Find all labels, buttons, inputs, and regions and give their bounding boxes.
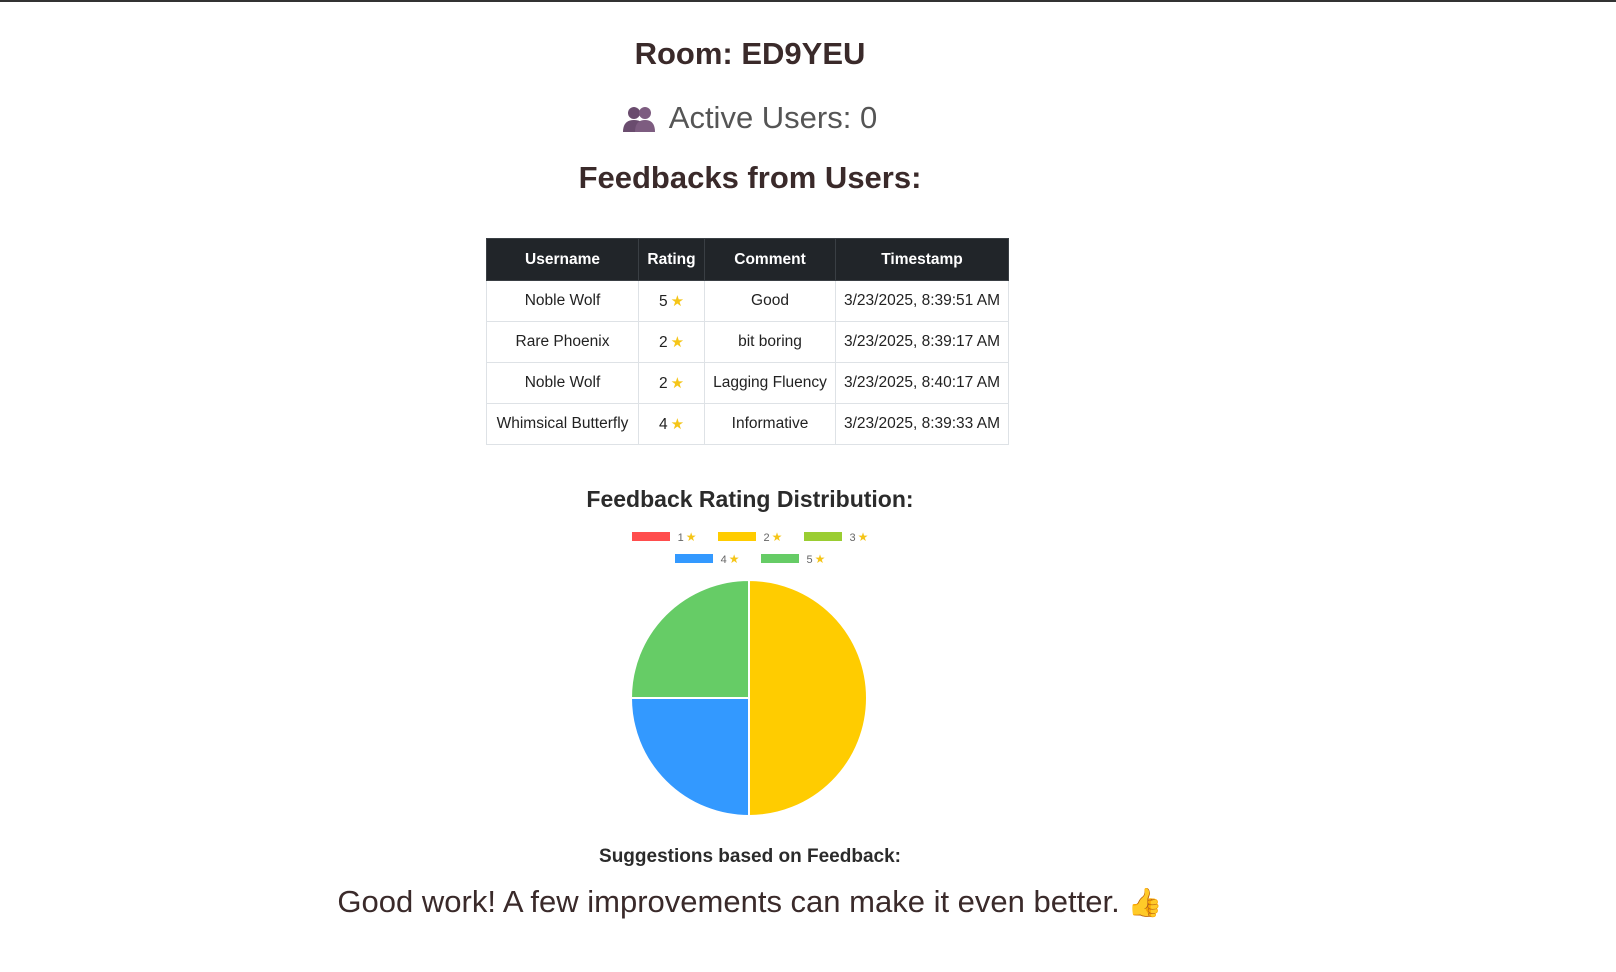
legend-swatch: [674, 554, 713, 563]
legend-item-3[interactable]: 3 ★: [803, 530, 869, 544]
suggestions-text: Good work! A few improvements can make i…: [337, 884, 1120, 919]
cell-timestamp: 3/23/2025, 8:40:17 AM: [835, 362, 1009, 404]
suggestions-text-line: Good work! A few improvements can make i…: [0, 884, 1500, 920]
cell-rating: 2 ★: [638, 321, 705, 363]
cell-comment: Lagging Fluency: [704, 362, 836, 404]
star-icon: ★: [670, 333, 685, 351]
column-header-username: Username: [486, 238, 639, 281]
column-header-timestamp: Timestamp: [835, 238, 1009, 281]
cell-username: Whimsical Butterfly: [486, 403, 639, 445]
star-icon: ★: [670, 292, 685, 310]
pie-slice-rating-5[interactable]: [629, 578, 750, 699]
chart-title: Feedback Rating Distribution:: [586, 486, 914, 512]
legend-swatch: [717, 532, 756, 541]
feedback-title: Feedbacks from Users:: [578, 160, 922, 195]
rating-value: 4: [658, 415, 668, 433]
legend-item-1[interactable]: 1 ★: [631, 530, 697, 544]
rating-value: 2: [658, 333, 668, 351]
cell-timestamp: 3/23/2025, 8:39:17 AM: [835, 321, 1009, 363]
room-page: Room: ED9YEU Active Users: 0 Feedbacks f…: [0, 0, 1500, 972]
cell-username: Noble Wolf: [486, 362, 639, 404]
rating-pie-chart: [629, 578, 868, 818]
cell-username: Rare Phoenix: [486, 321, 639, 363]
room-title: Room: ED9YEU: [634, 36, 866, 71]
cell-rating: 5 ★: [638, 280, 705, 322]
active-users-label: Active Users: 0: [668, 100, 878, 135]
table-row: Noble Wolf 2 ★ Lagging Fluency 3/23/2025,…: [486, 362, 1009, 404]
cell-comment: bit boring: [704, 321, 836, 363]
star-icon: ★: [771, 530, 783, 544]
legend-swatch: [631, 532, 670, 541]
legend-label: 2: [763, 532, 770, 544]
column-header-comment: Comment: [704, 238, 836, 281]
cell-username: Noble Wolf: [486, 280, 639, 322]
legend-label: 1: [677, 532, 684, 544]
cell-timestamp: 3/23/2025, 8:39:51 AM: [835, 280, 1009, 322]
table-row: Rare Phoenix 2 ★ bit boring 3/23/2025, 8:…: [486, 321, 1009, 363]
users-icon: [622, 104, 655, 140]
feedback-table: Username Rating Comment Timestamp Noble …: [486, 238, 1009, 445]
thumbs-up-icon: 👍: [1127, 887, 1163, 918]
star-icon: ★: [814, 552, 826, 566]
chart-legend-row-2: 4 ★ 5 ★: [0, 552, 1500, 566]
legend-swatch: [803, 532, 842, 541]
active-users: Active Users: 0: [0, 100, 1500, 140]
star-icon: ★: [728, 552, 740, 566]
column-header-rating: Rating: [638, 238, 705, 281]
cell-rating: 4 ★: [638, 403, 705, 445]
pie-slice-rating-4[interactable]: [629, 697, 750, 818]
legend-item-2[interactable]: 2 ★: [717, 530, 783, 544]
cell-comment: Informative: [704, 403, 836, 445]
star-icon: ★: [670, 415, 685, 433]
legend-label: 5: [806, 554, 813, 566]
legend-swatch: [760, 554, 799, 563]
table-row: Whimsical Butterfly 4 ★ Informative 3/23/…: [486, 403, 1009, 445]
suggestions-title: Suggestions based on Feedback:: [599, 846, 901, 867]
table-row: Noble Wolf 5 ★ Good 3/23/2025, 8:39:51 AM: [486, 280, 1009, 322]
cell-rating: 2 ★: [638, 362, 705, 404]
legend-label: 4: [720, 554, 727, 566]
star-icon: ★: [685, 530, 697, 544]
star-icon: ★: [857, 530, 869, 544]
cell-timestamp: 3/23/2025, 8:39:33 AM: [835, 403, 1009, 445]
legend-label: 3: [849, 532, 856, 544]
legend-item-4[interactable]: 4 ★: [674, 552, 740, 566]
rating-value: 5: [658, 292, 668, 310]
pie-slice-rating-2[interactable]: [748, 578, 868, 818]
chart-legend-row-1: 1 ★ 2 ★ 3 ★: [0, 530, 1500, 544]
legend-item-5[interactable]: 5 ★: [760, 552, 826, 566]
table-header-row: Username Rating Comment Timestamp: [486, 238, 1009, 281]
star-icon: ★: [670, 374, 685, 392]
rating-value: 2: [658, 374, 668, 392]
cell-comment: Good: [704, 280, 836, 322]
